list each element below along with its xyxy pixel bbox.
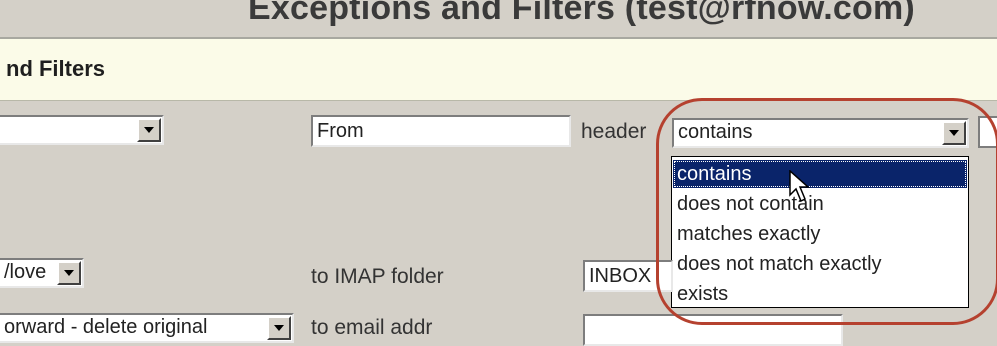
header-name-input[interactable]: From <box>311 115 571 147</box>
to-email-label: to email addr <box>311 316 433 339</box>
action-select-dropdown-button[interactable] <box>57 261 81 285</box>
condition-dropdown-list[interactable]: contains does not contain matches exactl… <box>671 156 969 308</box>
page-title: Exceptions and Filters (test@rfnow.com) <box>248 0 915 27</box>
condition-select-value: contains <box>678 121 753 143</box>
dropdown-option-contains[interactable]: contains <box>673 160 967 188</box>
section-header: nd Filters <box>0 37 997 101</box>
forward-select-dropdown-button[interactable] <box>267 316 291 340</box>
condition-select-dropdown-button[interactable] <box>942 121 966 145</box>
header-label: header <box>581 120 647 143</box>
chevron-down-icon <box>274 325 284 331</box>
action-select[interactable]: /love <box>0 258 84 288</box>
dropdown-option-does-not-contain[interactable]: does not contain <box>673 190 967 218</box>
header-name-value: From <box>317 120 364 142</box>
dropdown-option-matches-exactly[interactable]: matches exactly <box>673 220 967 248</box>
imap-folder-input[interactable]: INBOX <box>583 260 673 292</box>
cutoff-input[interactable] <box>978 116 997 148</box>
email-input[interactable] <box>583 314 843 346</box>
field-select-dropdown-button[interactable] <box>137 118 161 142</box>
condition-select[interactable]: contains <box>672 118 969 148</box>
action-select-value: /love <box>4 261 47 283</box>
chevron-down-icon <box>144 127 154 133</box>
to-imap-folder-label: to IMAP folder <box>311 265 444 288</box>
chevron-down-icon <box>64 270 74 276</box>
dropdown-option-does-not-match-exactly[interactable]: does not match exactly <box>673 250 967 278</box>
section-header-label: nd Filters <box>6 56 106 81</box>
field-select[interactable] <box>0 115 164 145</box>
imap-folder-value: INBOX <box>589 265 652 287</box>
forward-select-value: orward - delete original <box>4 316 208 338</box>
dropdown-option-exists[interactable]: exists <box>673 280 967 308</box>
cursor-icon <box>789 170 810 203</box>
chevron-down-icon <box>949 130 959 136</box>
forward-select[interactable]: orward - delete original <box>0 313 294 343</box>
